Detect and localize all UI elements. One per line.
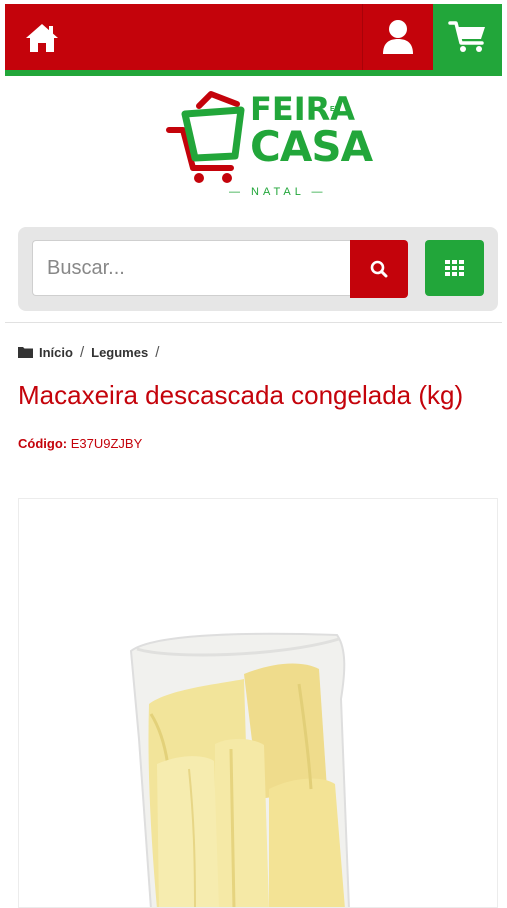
breadcrumb-item-inicio[interactable]: Início [39,345,73,360]
home-button[interactable] [18,14,66,62]
basket-logo-icon [166,91,245,183]
product-title: Macaxeira descascada congelada (kg) [18,380,464,410]
cassava-package-image [129,632,350,907]
logo-text-casa: CASA [250,122,373,171]
breadcrumb-item-legumes[interactable]: Legumes [91,345,148,360]
grid-icon [444,260,464,276]
user-icon [383,20,413,54]
search-icon [370,260,388,278]
cart-icon [447,21,485,52]
account-button[interactable] [362,4,433,70]
product-code: Código: E37U9ZJBY [18,436,142,451]
product-code-value: E37U9ZJBY [70,436,143,451]
breadcrumb: Início / Legumes / [18,342,166,362]
product-code-label: Código: [18,436,68,451]
divider [5,322,502,323]
breadcrumb-separator: / [79,343,85,361]
search-button[interactable] [350,240,408,298]
site-logo[interactable]: FEIRA EM CASA — NATAL — [165,88,373,208]
cart-button[interactable] [433,4,502,70]
home-icon [26,24,58,52]
logo-text-em: EM [330,106,341,113]
top-bar-stripe [5,70,502,76]
product-image[interactable] [18,498,498,908]
search-input[interactable] [32,240,350,296]
logo-text-city: — NATAL — [229,186,327,198]
folder-icon [18,347,33,358]
breadcrumb-separator: / [155,343,160,361]
categories-button[interactable] [425,240,484,296]
